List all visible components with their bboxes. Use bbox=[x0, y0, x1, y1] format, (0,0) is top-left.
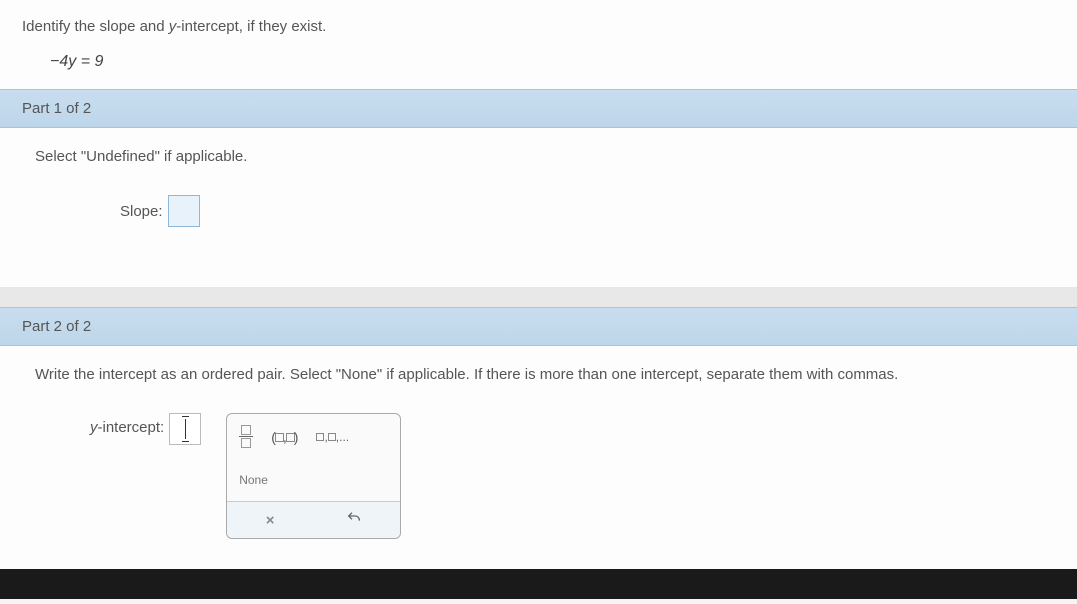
part-spacer bbox=[0, 287, 1077, 307]
list-tool[interactable]: ,,... bbox=[316, 430, 349, 444]
ordered-pair-tool[interactable]: (,) bbox=[271, 429, 298, 445]
bottom-bar bbox=[0, 569, 1077, 599]
prompt-text-pre: Identify the slope and bbox=[22, 18, 169, 35]
question-container: Identify the slope and y -intercept, if t… bbox=[0, 0, 1077, 599]
undo-tool[interactable] bbox=[346, 510, 362, 530]
undo-icon bbox=[346, 510, 362, 526]
yintercept-label: y-intercept: bbox=[90, 413, 164, 436]
yintercept-label-var: y bbox=[90, 419, 98, 436]
fraction-denominator-icon bbox=[241, 438, 251, 448]
question-header: Identify the slope and y-intercept, if t… bbox=[0, 0, 1077, 45]
part1-header: Part 1 of 2 bbox=[0, 89, 1077, 128]
fraction-tool[interactable] bbox=[239, 424, 253, 449]
question-prompt: Identify the slope and y-intercept, if t… bbox=[22, 18, 326, 35]
toolbox-row-3: × bbox=[227, 501, 400, 538]
yintercept-input[interactable] bbox=[169, 413, 201, 445]
equation-display: −4y = 9 bbox=[0, 45, 1077, 89]
slope-input[interactable] bbox=[168, 195, 200, 227]
part2-instruction: Write the intercept as an ordered pair. … bbox=[35, 366, 1055, 383]
slope-field-row: Slope: bbox=[120, 195, 1055, 227]
part2-body: Write the intercept as an ordered pair. … bbox=[0, 346, 1077, 569]
part1-instruction: Select "Undefined" if applicable. bbox=[35, 148, 1055, 165]
yintercept-label-post: -intercept: bbox=[98, 419, 165, 436]
none-tool[interactable]: None bbox=[239, 469, 268, 491]
fraction-bar-icon bbox=[239, 436, 253, 437]
part2-header: Part 2 of 2 bbox=[0, 307, 1077, 346]
fraction-numerator-icon bbox=[241, 425, 251, 435]
yintercept-field-row: y-intercept: (,) ,,... None bbox=[90, 413, 1055, 539]
slope-label: Slope: bbox=[120, 203, 163, 220]
part1-body: Select "Undefined" if applicable. Slope: bbox=[0, 128, 1077, 287]
text-cursor bbox=[185, 419, 186, 439]
math-toolbox: (,) ,,... None × bbox=[226, 413, 401, 539]
prompt-text-post: -intercept, if they exist. bbox=[176, 18, 326, 35]
toolbox-row-2: None bbox=[227, 459, 400, 501]
toolbox-row-1: (,) ,,... bbox=[227, 414, 400, 459]
clear-tool[interactable]: × bbox=[266, 512, 275, 529]
